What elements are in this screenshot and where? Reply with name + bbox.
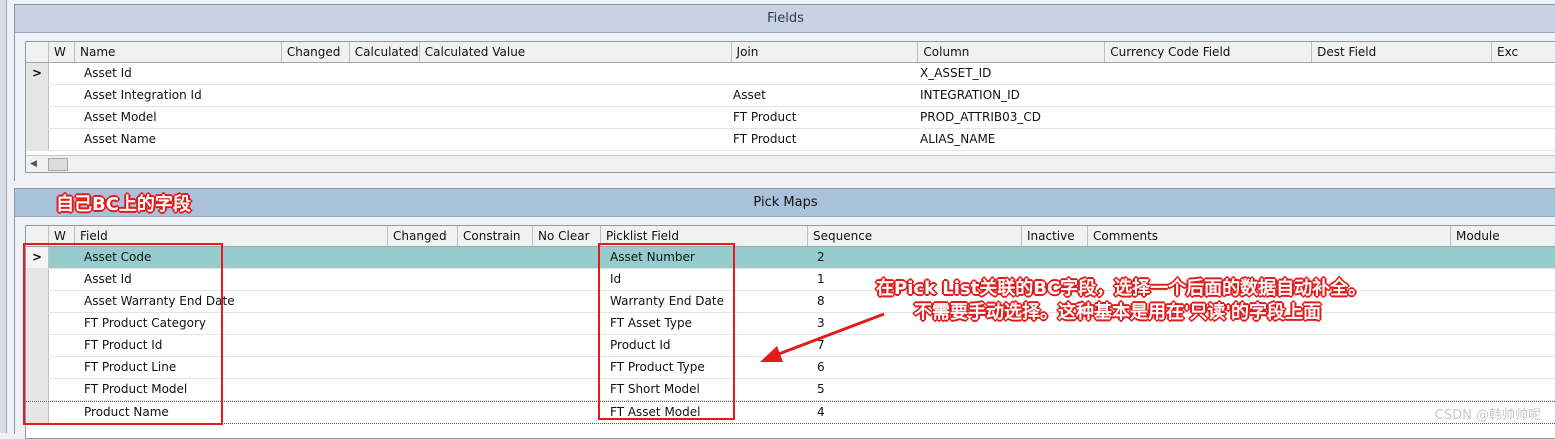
- arrow-shaft: [775, 312, 885, 357]
- arrow-head: [760, 346, 783, 362]
- arrow-icon: [760, 312, 885, 362]
- watermark: CSDN @韩帅帅呢: [1434, 408, 1541, 423]
